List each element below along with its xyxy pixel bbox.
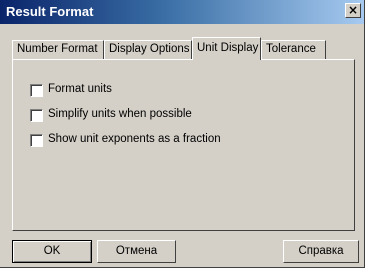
tab-label: Unit Display xyxy=(197,42,259,54)
tab-unit-display[interactable]: Unit Display xyxy=(192,37,261,60)
unit-exponents-fraction-label: Show unit exponents as a fraction xyxy=(48,133,221,145)
format-units-label: Format units xyxy=(48,83,112,95)
format-units-checkbox[interactable] xyxy=(30,84,43,97)
unit-exponents-fraction-checkbox[interactable] xyxy=(30,134,43,147)
title-bar[interactable]: Result Format × xyxy=(0,0,364,24)
window-title: Result Format xyxy=(6,4,94,19)
result-format-dialog: Result Format × Number Format Display Op… xyxy=(0,0,365,268)
help-button[interactable]: Справка xyxy=(283,240,359,263)
close-button[interactable]: × xyxy=(345,3,361,18)
tab-label: Number Format xyxy=(17,43,98,55)
tab-display-options[interactable]: Display Options xyxy=(104,40,192,59)
tab-number-format[interactable]: Number Format xyxy=(12,40,104,59)
ok-button[interactable]: OK xyxy=(12,240,92,263)
tab-label: Tolerance xyxy=(266,43,316,55)
simplify-units-checkbox[interactable] xyxy=(30,109,43,122)
tab-tolerance[interactable]: Tolerance xyxy=(261,40,326,59)
unit-display-panel: Format units Simplify units when possibl… xyxy=(12,59,355,231)
close-icon: × xyxy=(347,3,359,17)
cancel-button[interactable]: Отмена xyxy=(97,240,176,263)
tab-label: Display Options xyxy=(109,43,190,55)
simplify-units-label: Simplify units when possible xyxy=(48,108,192,120)
